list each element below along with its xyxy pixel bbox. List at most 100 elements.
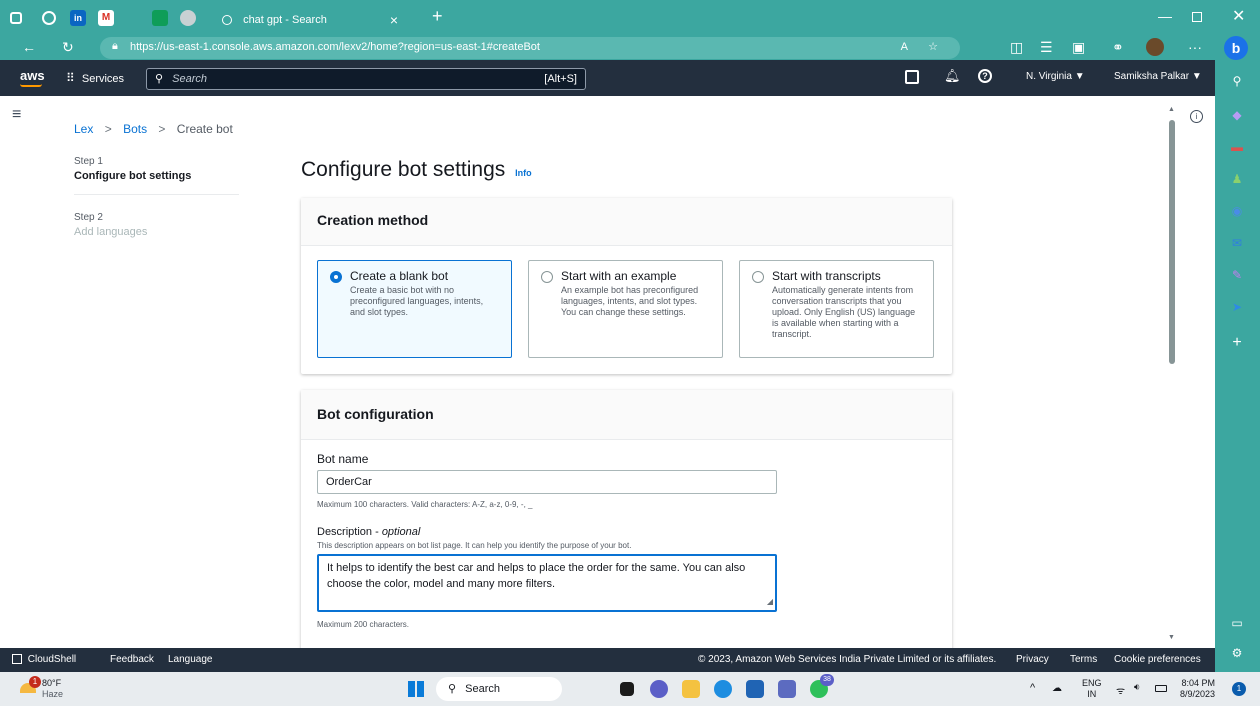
bot-name-input[interactable]: OrderCar: [317, 470, 777, 494]
clock[interactable]: 8:04 PM 8/9/2023: [1180, 678, 1215, 700]
windows-start-icon[interactable]: [408, 681, 424, 697]
gmail-tab-icon[interactable]: M: [98, 10, 114, 26]
scrollbar-thumb[interactable]: [1169, 120, 1175, 364]
chevron-up-icon[interactable]: ^: [1030, 682, 1035, 694]
description-hint: Maximum 200 characters.: [317, 620, 410, 629]
edge-browser-icon[interactable]: [714, 680, 732, 698]
panel-heading: Creation method: [301, 198, 952, 246]
chevron-right-icon: >: [158, 122, 166, 136]
wifi-icon[interactable]: ᯤ: [1116, 683, 1125, 697]
collections-icon[interactable]: ▣: [1072, 39, 1085, 56]
aws-logo[interactable]: aws: [20, 68, 45, 83]
option-blank-bot[interactable]: Create a blank bot Create a basic bot wi…: [317, 260, 512, 358]
settings-tab-icon[interactable]: [180, 10, 196, 26]
read-aloud-icon[interactable]: A: [901, 41, 908, 53]
breadcrumb-lex[interactable]: Lex: [74, 122, 93, 136]
description-label: Description - optional: [317, 526, 421, 538]
split-screen-icon[interactable]: ◫: [1010, 39, 1023, 56]
scroll-up-icon[interactable]: ▲: [1168, 106, 1175, 113]
back-icon[interactable]: ←: [22, 39, 36, 55]
info-link[interactable]: Info: [515, 168, 532, 178]
option-transcripts[interactable]: Start with transcripts Automatically gen…: [739, 260, 934, 358]
services-menu-button[interactable]: ⠿ Services: [66, 66, 124, 90]
radio-unselected[interactable]: [541, 271, 553, 283]
page-title: Configure bot settings Info: [301, 158, 532, 182]
cloudshell-button[interactable]: CloudShell: [12, 654, 76, 665]
outlook-icon[interactable]: ✉: [1229, 236, 1245, 252]
taskbar-search[interactable]: ⚲ Search: [436, 677, 562, 701]
restore-icon[interactable]: [1192, 12, 1202, 22]
battery-icon[interactable]: [1155, 685, 1167, 692]
sidebar-toggle-icon[interactable]: ▭: [1229, 616, 1245, 632]
tab-close-icon[interactable]: ×: [390, 12, 398, 28]
language-link[interactable]: Language: [168, 654, 213, 665]
breadcrumb-bots[interactable]: Bots: [123, 122, 147, 136]
info-circle-icon[interactable]: i: [1190, 110, 1203, 123]
address-bar[interactable]: 🔒︎ https://us-east-1.console.aws.amazon.…: [100, 37, 960, 59]
tools-icon[interactable]: ▬: [1229, 140, 1245, 156]
radio-selected[interactable]: [330, 271, 342, 283]
terms-link[interactable]: Terms: [1070, 654, 1097, 665]
volume-icon[interactable]: 🔉︎: [1134, 682, 1140, 693]
profile-avatar[interactable]: [1146, 38, 1164, 56]
region-label: N. Virginia: [1026, 71, 1072, 82]
active-browser-tab[interactable]: chat gpt - Search ×: [212, 6, 412, 36]
feedback-link[interactable]: Feedback: [110, 654, 154, 665]
weather-badge: 1: [29, 676, 41, 688]
favorites-icon[interactable]: ☰: [1040, 39, 1053, 56]
scrollbar-track[interactable]: ▲ ▼: [1168, 106, 1176, 646]
privacy-link[interactable]: Privacy: [1016, 654, 1049, 665]
folder-icon[interactable]: [682, 680, 700, 698]
description-textarea[interactable]: It helps to identify the best car and he…: [317, 554, 777, 612]
add-icon[interactable]: +: [1229, 334, 1245, 351]
extensions-icon[interactable]: ⚭: [1112, 39, 1124, 56]
notification-badge[interactable]: 1: [1232, 682, 1246, 696]
lang-region: IN: [1087, 689, 1097, 699]
account-name: Samiksha Palkar: [1114, 71, 1190, 82]
language-indicator[interactable]: ENG IN: [1082, 678, 1102, 700]
drop-icon[interactable]: ➤: [1229, 300, 1245, 316]
page-title-text: Configure bot settings: [301, 158, 506, 181]
settings-gear-icon[interactable]: ⚙: [1229, 646, 1245, 662]
search-icon[interactable]: ⚲: [1229, 74, 1245, 90]
designer-icon[interactable]: ✎: [1229, 268, 1245, 284]
media-app-icon[interactable]: [778, 680, 796, 698]
search-shortcut: [Alt+S]: [544, 73, 577, 85]
option-example-bot[interactable]: Start with an example An example bot has…: [528, 260, 723, 358]
bing-chat-icon[interactable]: b: [1224, 36, 1248, 60]
region-selector[interactable]: N. Virginia ▼: [1026, 71, 1085, 82]
notifications-bell-icon[interactable]: 🔔︎: [944, 68, 961, 84]
bot-name-hint: Maximum 100 characters. Valid characters…: [317, 500, 533, 509]
breadcrumb-current: Create bot: [176, 122, 233, 136]
games-icon[interactable]: ♟: [1229, 172, 1245, 188]
github-tab-icon[interactable]: [42, 11, 56, 25]
account-menu[interactable]: Samiksha Palkar ▼: [1114, 71, 1202, 82]
hamburger-menu-icon[interactable]: ≡: [12, 106, 21, 124]
tab-actions-icon[interactable]: [10, 12, 22, 24]
aws-search-input[interactable]: ⚲ Search [Alt+S]: [146, 68, 586, 90]
radio-unselected[interactable]: [752, 271, 764, 283]
chat-app-icon[interactable]: [650, 680, 668, 698]
resize-handle-icon[interactable]: ◢: [767, 594, 773, 610]
store-icon[interactable]: [746, 680, 764, 698]
linkedin-tab-icon[interactable]: in: [70, 10, 86, 26]
sheets-tab-icon[interactable]: [152, 10, 168, 26]
new-tab-icon[interactable]: +: [432, 6, 443, 27]
office-icon[interactable]: ◉: [1229, 204, 1245, 220]
bot-name-label: Bot name: [317, 452, 369, 466]
refresh-icon[interactable]: ↻: [62, 39, 74, 56]
more-menu-icon[interactable]: ···: [1188, 39, 1202, 55]
file-explorer-task-icon[interactable]: [620, 682, 634, 696]
weather-widget[interactable]: 1 80°F Haze: [20, 676, 80, 702]
window-close-icon[interactable]: ✕: [1232, 6, 1245, 26]
console-main: ≡ Lex > Bots > Create bot Step 1 Configu…: [0, 96, 1215, 648]
help-icon[interactable]: ?: [978, 69, 992, 83]
cookie-preferences-link[interactable]: Cookie preferences: [1114, 654, 1201, 665]
favorite-star-icon[interactable]: ☆: [928, 40, 938, 53]
cloudshell-icon[interactable]: [905, 70, 919, 84]
onedrive-icon[interactable]: ☁: [1052, 683, 1062, 694]
minimize-icon[interactable]: —: [1158, 8, 1172, 24]
weather-temp: 80°F: [42, 678, 62, 688]
discover-icon[interactable]: ◆: [1229, 108, 1245, 124]
scroll-down-icon[interactable]: ▼: [1168, 634, 1175, 641]
